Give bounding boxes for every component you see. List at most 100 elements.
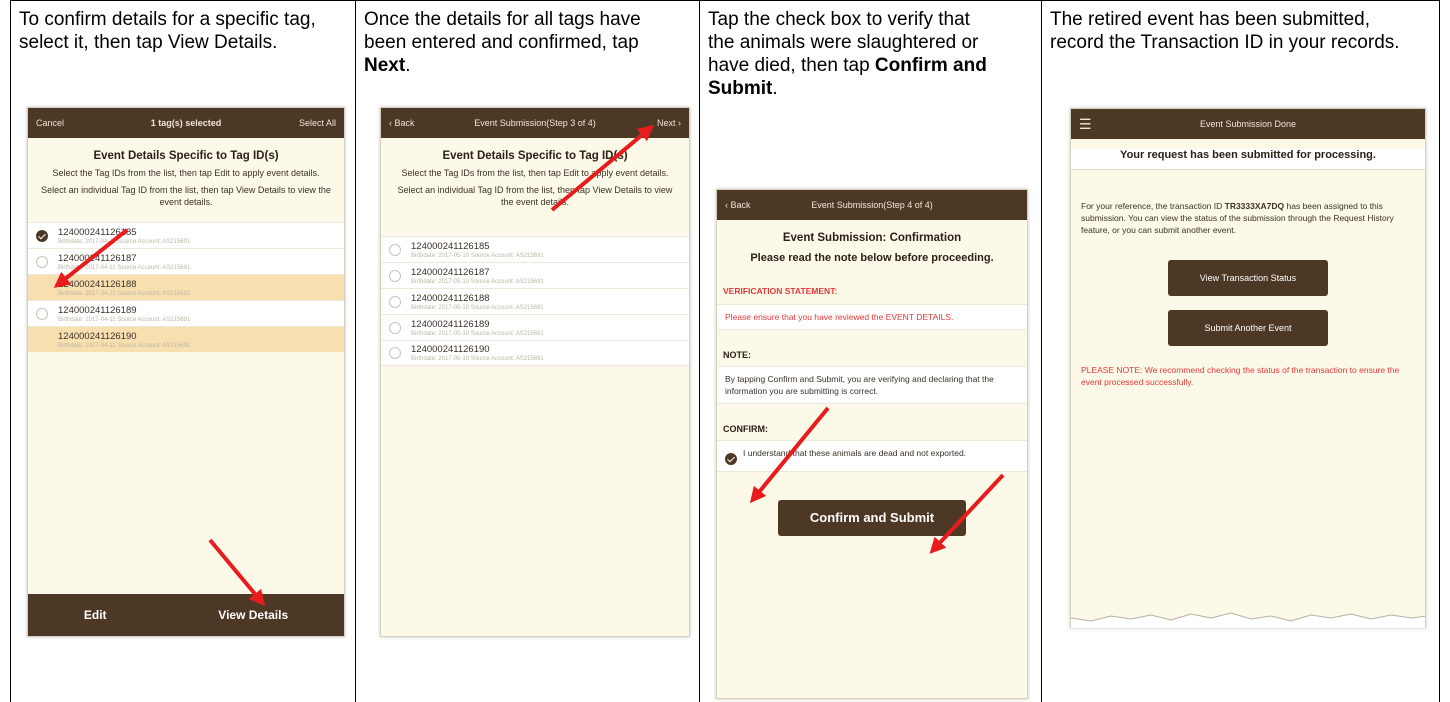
reference-prefix: For your reference, the transaction ID — [1081, 201, 1225, 211]
tag-row[interactable]: 124000241126189 Birthdate: 2017-04-11 Sou… — [28, 300, 344, 326]
instruction-text: Once the details for all tags have been … — [364, 8, 684, 77]
tag-id: 124000241126188 — [58, 278, 137, 290]
nav-bar: ‹ Back Event Submission(Step 3 of 4) Nex… — [381, 108, 689, 138]
step-column-1: To confirm details for a specific tag, s… — [10, 0, 356, 702]
tag-subtext: Birthdate: 2017-04-11 Source Account: AS… — [58, 290, 191, 297]
verification-label: VERIFICATION STATEMENT: — [717, 286, 1027, 296]
checked-checkbox-icon[interactable] — [725, 453, 737, 465]
screen-subheading: Please read the note below before procee… — [750, 252, 994, 264]
chevron-left-icon: ‹ — [725, 200, 731, 210]
instruction-bold-text: Next — [364, 55, 406, 76]
verification-text: Please ensure that you have reviewed the… — [717, 304, 1027, 330]
tag-subtext: Birthdate: 2017-05-10 Source Account: AS… — [411, 252, 544, 259]
tag-id: 124000241126190 — [58, 330, 137, 342]
nav-bar: ☰ Event Submission Done — [1071, 109, 1425, 139]
confirm-label: CONFIRM: — [723, 424, 768, 434]
help-text-edit: Select the Tag IDs from the list, then t… — [401, 168, 669, 178]
instruction-text: To confirm details for a specific tag, s… — [19, 8, 349, 54]
torn-edge — [1071, 612, 1425, 628]
chevron-left-icon: ‹ — [389, 118, 395, 128]
nav-title: Event Submission(Step 3 of 4) — [474, 118, 596, 128]
instruction-text: Tap the check box to verify that the ani… — [708, 8, 998, 100]
cancel-button[interactable]: Cancel — [36, 118, 64, 128]
tag-row[interactable]: 124000241126185 Birthdate: 2017-04-11 Sou… — [28, 222, 344, 248]
tag-row[interactable]: 124000241126190 Birthdate: 2017-04-11 Sou… — [28, 326, 344, 352]
next-label: Next — [656, 118, 676, 128]
step-column-3: Tap the check box to verify that the ani… — [700, 0, 1042, 702]
radio-icon[interactable] — [389, 243, 401, 256]
nav-title: Event Submission(Step 4 of 4) — [811, 200, 933, 210]
tag-subtext: Birthdate: 2017-04-11 Source Account: AS… — [58, 238, 191, 245]
confirm-checkbox-row[interactable]: I understand that these animals are dead… — [717, 440, 1027, 472]
select-all-button[interactable]: Select All — [299, 118, 336, 128]
chevron-right-icon: › — [675, 118, 681, 128]
tag-subtext: Birthdate: 2017-05-10 Source Account: AS… — [411, 304, 544, 311]
instruction-run: Once the details for all tags have been … — [364, 9, 641, 53]
instruction-run: . — [405, 55, 411, 76]
nav-bar: Cancel 1 tag(s) selected Select All — [28, 108, 344, 138]
note-text: By tapping Confirm and Submit, you are v… — [717, 366, 1027, 404]
nav-title: Event Submission Done — [1199, 119, 1297, 129]
tag-id: 124000241126190 — [411, 344, 490, 355]
phone-screen-confirmation: ‹ Back Event Submission(Step 4 of 4) Eve… — [716, 189, 1028, 699]
tag-row[interactable]: 124000241126188 Birthdate: 2017-05-10 Sou… — [381, 288, 689, 314]
phone-screen-submission-done: ☰ Event Submission Done Your request has… — [1070, 108, 1426, 628]
screen-heading: Event Details Specific to Tag ID(s) — [442, 150, 628, 162]
bottom-action-bar: Edit View Details — [28, 594, 344, 636]
checked-radio-icon[interactable] — [36, 229, 48, 242]
back-button[interactable]: ‹ Back — [725, 200, 751, 210]
verification-heading: VERIFICATION STATEMENT: — [723, 286, 838, 296]
tag-id: 124000241126188 — [411, 292, 490, 304]
back-button[interactable]: ‹ Back — [389, 118, 415, 128]
instruction-run: . — [772, 78, 778, 99]
next-button[interactable]: Next › — [657, 118, 681, 128]
edit-button[interactable]: Edit — [84, 608, 107, 622]
phone-screen-tag-list: Cancel 1 tag(s) selected Select All Even… — [27, 107, 345, 637]
tag-list: 124000241126185 Birthdate: 2017-04-11 Sou… — [28, 222, 344, 352]
tag-list: 124000241126185 Birthdate: 2017-05-10 Sou… — [381, 236, 689, 366]
menu-icon[interactable]: ☰ — [1079, 116, 1092, 133]
nav-bar: ‹ Back Event Submission(Step 4 of 4) — [717, 190, 1027, 220]
submit-another-event-button[interactable]: Submit Another Event — [1168, 310, 1328, 346]
note-label: NOTE: — [723, 350, 751, 360]
step-column-4: The retired event has been submitted, re… — [1042, 0, 1440, 702]
view-transaction-status-button[interactable]: View Transaction Status — [1168, 260, 1328, 296]
radio-icon[interactable] — [36, 255, 48, 268]
please-note-text: PLEASE NOTE: We recommend checking the s… — [1081, 365, 1400, 387]
instruction-run: To confirm details for a specific tag, s… — [19, 9, 316, 53]
tag-row[interactable]: 124000241126190 Birthdate: 2017-05-10 Sou… — [381, 340, 689, 366]
radio-icon[interactable] — [389, 321, 401, 334]
radio-icon[interactable] — [36, 307, 48, 320]
tag-subtext: Birthdate: 2017-04-11 Source Account: AS… — [58, 316, 191, 323]
radio-icon[interactable] — [389, 269, 401, 282]
transaction-id: TR3333XA7DQ — [1224, 201, 1285, 211]
phone-screen-tag-details: ‹ Back Event Submission(Step 3 of 4) Nex… — [380, 107, 690, 637]
instruction-run: The retired event has been submitted, re… — [1050, 9, 1400, 53]
confirm-text: I understand that these animals are dead… — [743, 448, 967, 458]
step-column-2: Once the details for all tags have been … — [356, 0, 700, 702]
tag-row[interactable]: 124000241126189 Birthdate: 2017-05-10 Sou… — [381, 314, 689, 340]
view-details-button[interactable]: View Details — [218, 608, 288, 622]
screen-heading: Event Submission: Confirmation — [782, 232, 962, 244]
tag-row[interactable]: 124000241126187 Birthdate: 2017-05-10 Sou… — [381, 262, 689, 288]
help-text-view: Select an individual Tag ID from the lis… — [41, 185, 331, 207]
tag-id: 124000241126187 — [411, 266, 490, 278]
radio-icon[interactable] — [389, 295, 401, 308]
screen-heading: Event Details Specific to Tag ID(s) — [93, 150, 279, 162]
tag-row[interactable]: 124000241126187 Birthdate: 2017-04-11 Sou… — [28, 248, 344, 274]
tag-row[interactable]: 124000241126185 Birthdate: 2017-05-10 Sou… — [381, 236, 689, 262]
help-text-view: Select an individual Tag ID from the lis… — [397, 185, 673, 207]
reference-paragraph: For your reference, the transaction ID T… — [1071, 200, 1425, 236]
tag-id: 124000241126187 — [58, 252, 137, 264]
tag-subtext: Birthdate: 2017-05-10 Source Account: AS… — [411, 278, 544, 285]
tag-row[interactable]: 124000241126188 Birthdate: 2017-04-11 Sou… — [28, 274, 344, 300]
back-label: Back — [730, 200, 751, 210]
tag-subtext: Birthdate: 2017-05-10 Source Account: AS… — [411, 330, 544, 337]
back-label: Back — [394, 118, 415, 128]
tag-subtext: Birthdate: 2017-04-11 Source Account: AS… — [58, 264, 191, 271]
radio-icon[interactable] — [389, 347, 401, 359]
tag-subtext: Birthdate: 2017-05-10 Source Account: AS… — [411, 356, 544, 362]
confirm-and-submit-button[interactable]: Confirm and Submit — [778, 500, 966, 536]
instruction-text: The retired event has been submitted, re… — [1050, 8, 1420, 54]
tag-id: 124000241126185 — [411, 240, 490, 252]
